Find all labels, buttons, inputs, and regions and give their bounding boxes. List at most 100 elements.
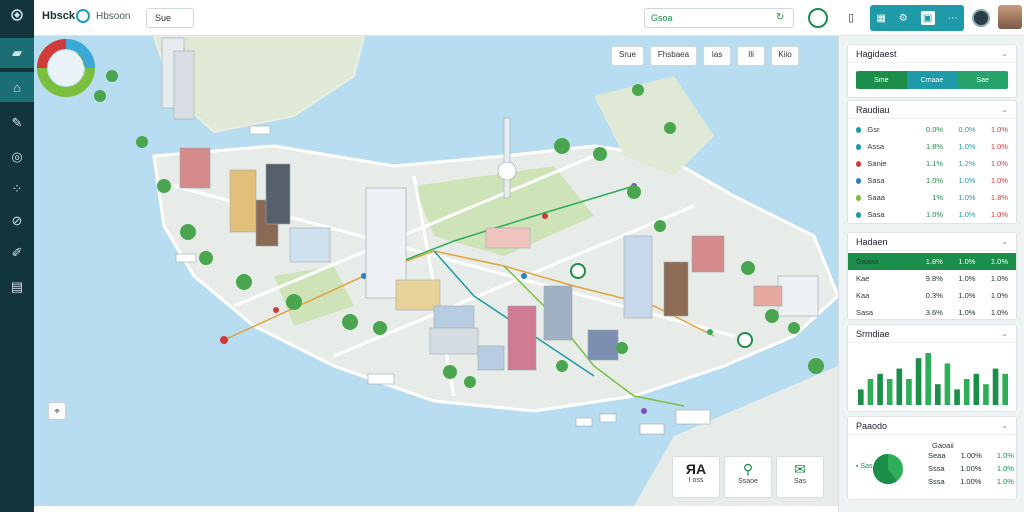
stats-row[interactable]: Gaaaa 1.8% 1.0% 1.0% bbox=[848, 253, 1016, 270]
kpi-row: Seaa 1.00% 1.0% bbox=[928, 451, 1014, 464]
kpi-name: Sssa bbox=[928, 477, 945, 486]
stats-title: Hadaen bbox=[856, 237, 888, 247]
route-row[interactable]: Sasa 1.0% 1.0% 1.0% bbox=[848, 206, 1016, 223]
segment-option[interactable]: Sae bbox=[957, 71, 1008, 89]
chart-bar bbox=[877, 373, 883, 405]
kpi-card-header[interactable]: Paaodo ⌄ bbox=[848, 417, 1016, 435]
target-icon[interactable]: ◎ bbox=[0, 142, 34, 172]
stack-icon[interactable]: ▰ bbox=[0, 38, 34, 68]
stats-value-a: 1.8% bbox=[925, 257, 943, 266]
segment-option[interactable]: Sme bbox=[856, 71, 907, 89]
chart-bar bbox=[906, 379, 912, 405]
chart-bar bbox=[973, 373, 980, 405]
right-panel: Hagidaest ⌄ Sme Cmaae Sae Raudiau ⌄ Gsr 0.… bbox=[838, 36, 1024, 512]
chart-bar bbox=[1002, 373, 1008, 405]
stats-value-a: 0.3% bbox=[925, 291, 943, 300]
bottom-card[interactable]: ⚲ Ssaoe bbox=[724, 456, 772, 498]
coverage-donut bbox=[37, 39, 95, 97]
route-row[interactable]: Assa 1.8% 1.0% 1.0% bbox=[848, 138, 1016, 155]
bottom-card-value: ЯA bbox=[685, 461, 707, 477]
kpi-name: Seaa bbox=[928, 451, 946, 460]
map-tool-label: Ili bbox=[748, 50, 754, 59]
stats-row[interactable]: Kaa 0.3% 1.0% 1.0% bbox=[848, 287, 1016, 304]
grid-icon[interactable]: ⁘ bbox=[0, 174, 34, 204]
panel-toggle-icon[interactable]: ▯ bbox=[848, 11, 854, 24]
segment-option[interactable]: Cmaae bbox=[906, 71, 958, 89]
kpi-value-a: 1.00% bbox=[960, 477, 982, 486]
document-icon[interactable]: ▤ bbox=[0, 272, 34, 302]
bottom-card-label: Ssaoe bbox=[738, 478, 758, 485]
route-row[interactable]: Gsr 0.0% 0.0% 1.0% bbox=[848, 121, 1016, 138]
kpi-row: Sssa 1.00% 1.0% bbox=[928, 477, 1014, 490]
chart-bar bbox=[896, 368, 903, 405]
chart-bar bbox=[935, 384, 941, 405]
map-tool-ili[interactable]: Ili bbox=[737, 46, 766, 66]
route-icon: ⚲ bbox=[742, 461, 754, 477]
search-input[interactable] bbox=[644, 8, 794, 28]
map-view[interactable]: Srue Fhsbaea Ias Ili Kiio ⌖ ЯA I oss ⚲ S… bbox=[34, 36, 838, 506]
stats-name: Kaa bbox=[856, 291, 870, 300]
route-color-dot bbox=[856, 177, 862, 184]
bottom-card[interactable]: ЯA I oss bbox=[672, 456, 720, 498]
chevron-down-icon: ⌄ bbox=[1001, 421, 1008, 430]
bottom-card-label: I oss bbox=[688, 477, 704, 484]
map-tool-ias[interactable]: Ias bbox=[703, 46, 732, 66]
map-tool-label: Kiio bbox=[778, 50, 792, 59]
route-row[interactable]: Sasa 1.0% 1.0% 1.0% bbox=[848, 172, 1016, 189]
route-value-a: 1% bbox=[932, 193, 944, 202]
map-tool-kiio[interactable]: Kiio bbox=[771, 46, 800, 66]
stats-value-a: 3.6% bbox=[925, 308, 943, 317]
settings-icon[interactable]: ⚙ bbox=[899, 13, 908, 24]
pin-icon[interactable]: ✐ bbox=[0, 238, 34, 268]
search-icon[interactable]: ↻ bbox=[776, 12, 784, 23]
record-button[interactable] bbox=[972, 9, 990, 27]
avatar[interactable] bbox=[998, 5, 1022, 29]
map-tool-fhsbaea[interactable]: Fhsbaea bbox=[649, 46, 698, 66]
bottom-card[interactable]: ✉ Sas bbox=[776, 456, 824, 498]
route-value-c: 1.0% bbox=[990, 210, 1008, 219]
layers-icon[interactable]: ▦ bbox=[876, 13, 885, 24]
kpi-title: Paaodo bbox=[856, 421, 888, 431]
stats-value-b: 1.0% bbox=[958, 274, 976, 283]
brand-subtitle: Hbsoon bbox=[96, 11, 131, 22]
routes-card-header[interactable]: Raudiau ⌄ bbox=[848, 101, 1016, 119]
chart-card-header[interactable]: Srmdiae ⌄ bbox=[848, 325, 1016, 343]
chart-bar bbox=[886, 379, 893, 405]
route-value-b: 1.0% bbox=[958, 193, 976, 202]
compass-icon[interactable]: ⊘ bbox=[0, 206, 34, 236]
select-tool-icon[interactable]: ▣ bbox=[920, 11, 935, 25]
route-value-b: 0.0% bbox=[958, 125, 976, 134]
brand-logo-icon bbox=[76, 9, 90, 23]
map-tool-srue[interactable]: Srue bbox=[611, 46, 644, 66]
building-icon[interactable]: ⌂ bbox=[0, 72, 34, 102]
routes-card: Raudiau ⌄ Gsr 0.0% 0.0% 1.0% Assa 1.8% 1.… bbox=[847, 100, 1017, 224]
stats-value-c: 1.0% bbox=[990, 274, 1009, 283]
stats-value-c: 1.0% bbox=[990, 308, 1009, 317]
layers-card-header[interactable]: Hagidaest ⌄ bbox=[848, 45, 1016, 63]
route-value-c: 1.0% bbox=[990, 142, 1008, 151]
refresh-button[interactable] bbox=[808, 8, 828, 28]
chart-bar bbox=[963, 379, 970, 405]
map-tool-label: Fhsbaea bbox=[657, 50, 690, 59]
route-value-b: 1.2% bbox=[958, 159, 976, 168]
route-color-dot bbox=[856, 160, 862, 167]
view-select[interactable]: Sue bbox=[146, 8, 194, 28]
route-row[interactable]: Sanie 1.1% 1.2% 1.0% bbox=[848, 155, 1016, 172]
stats-name: Kae bbox=[856, 274, 870, 283]
chart-bar bbox=[983, 384, 989, 405]
more-icon[interactable]: ⋯ bbox=[948, 13, 958, 24]
route-value-a: 1.0% bbox=[926, 210, 944, 219]
pen-icon[interactable]: ✎ bbox=[0, 108, 34, 138]
chart-bar bbox=[867, 379, 874, 405]
stats-row[interactable]: Sasa 3.6% 1.0% 1.0% bbox=[848, 304, 1016, 321]
kpi-value-a: 1.00% bbox=[960, 451, 982, 460]
bottom-card-label: Sas bbox=[793, 478, 807, 485]
brand-name: Hbsck bbox=[42, 10, 76, 22]
route-name: Assa bbox=[867, 142, 885, 151]
stats-card-header[interactable]: Hadaen ⌄ bbox=[848, 233, 1016, 251]
stats-row[interactable]: Kae 9.8% 1.0% 1.0% bbox=[848, 270, 1016, 287]
stats-name: Sasa bbox=[856, 308, 874, 317]
route-row[interactable]: Saaa 1% 1.0% 1.8% bbox=[848, 189, 1016, 206]
locate-button[interactable]: ⌖ bbox=[48, 402, 66, 420]
logo-icon[interactable] bbox=[0, 0, 34, 30]
